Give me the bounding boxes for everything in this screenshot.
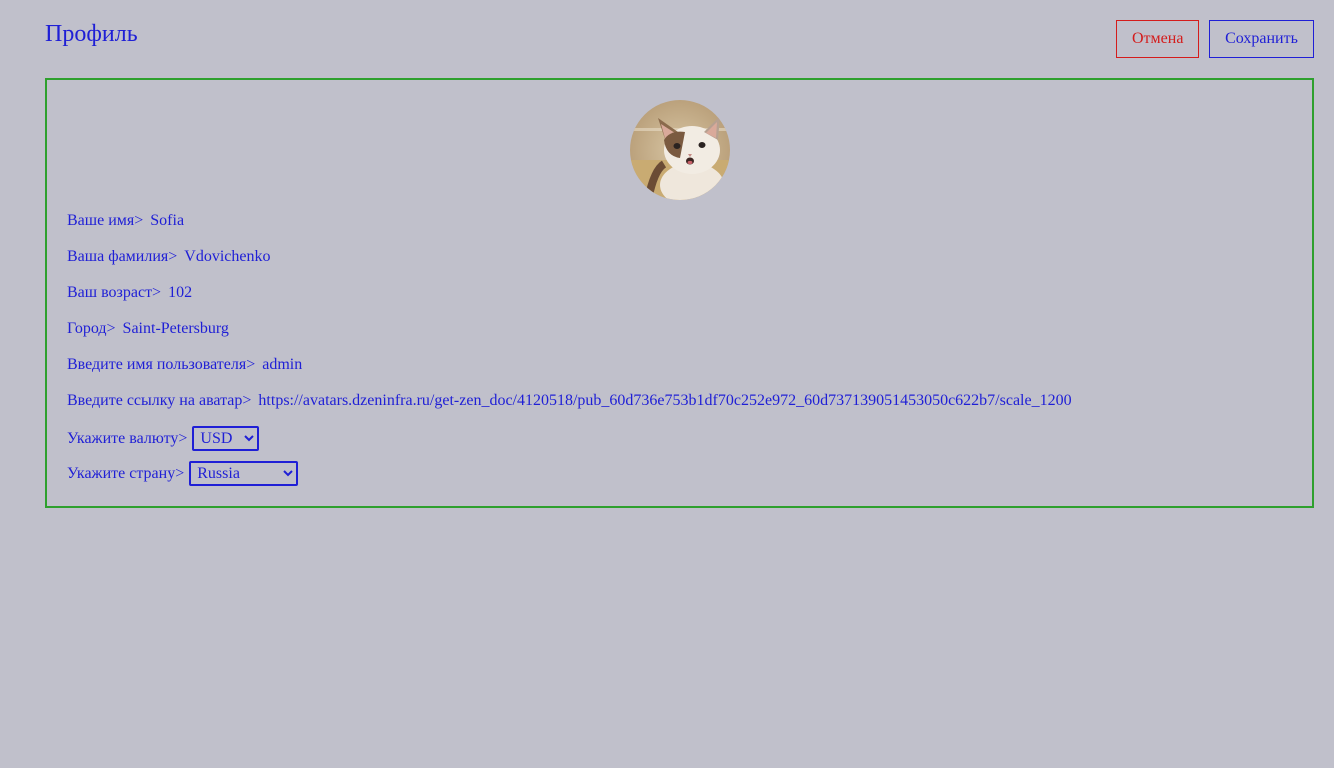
last-name-label: Ваша фамилия> [67, 248, 178, 265]
save-button[interactable]: Сохранить [1209, 20, 1314, 58]
country-select[interactable]: Russia [189, 461, 299, 486]
age-value[interactable]: 102 [168, 284, 192, 302]
last-name-value[interactable]: Vdovichenko [184, 248, 270, 266]
cat-avatar-image [630, 100, 730, 200]
last-name-row: Ваша фамилия> Vdovichenko [67, 248, 270, 266]
avatar-url-row: Введите ссылку на аватар> https://avatar… [67, 392, 1072, 410]
city-label: Город> [67, 320, 116, 337]
first-name-label: Ваше имя> [67, 212, 144, 229]
country-row: Укажите страну> Russia [67, 461, 299, 486]
city-row: Город> Saint-Petersburg [67, 320, 229, 338]
first-name-value[interactable]: Sofia [150, 212, 184, 230]
username-label: Введите имя пользователя> [67, 356, 256, 373]
page-title: Профиль [45, 21, 138, 47]
profile-card: Ваше имя> Sofia Ваша фамилия> Vdovichenk… [45, 78, 1314, 508]
avatar-url-value[interactable]: https://avatars.dzeninfra.ru/get-zen_doc… [258, 392, 1071, 410]
first-name-row: Ваше имя> Sofia [67, 212, 184, 230]
country-label: Укажите страну> [67, 464, 185, 482]
currency-label: Укажите валюту> [67, 429, 188, 447]
avatar-url-label: Введите ссылку на аватар> [67, 392, 252, 409]
username-row: Введите имя пользователя> admin [67, 356, 302, 374]
currency-select[interactable]: USD [192, 426, 260, 451]
age-label: Ваш возраст> [67, 284, 162, 301]
username-value[interactable]: admin [262, 356, 302, 374]
age-row: Ваш возраст> 102 [67, 284, 192, 302]
currency-row: Укажите валюту> USD [67, 426, 260, 451]
cancel-button[interactable]: Отмена [1116, 20, 1199, 58]
avatar [630, 100, 730, 200]
profile-page: Профиль Отмена Сохранить Ваше имя> Sofia… [0, 0, 1334, 768]
city-value[interactable]: Saint-Petersburg [123, 320, 229, 338]
